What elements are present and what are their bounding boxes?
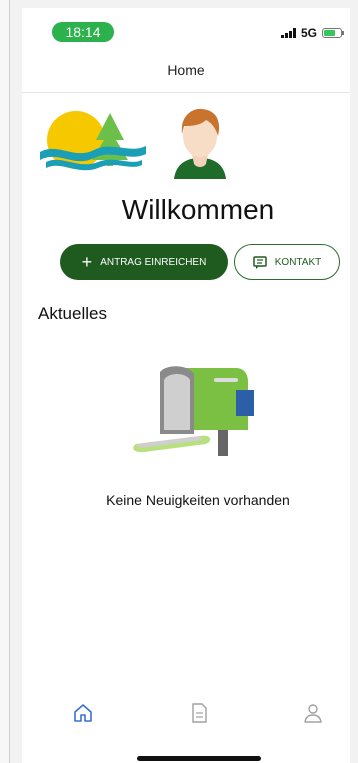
tab-profile[interactable] xyxy=(300,700,326,726)
status-bar: 18:14 5G xyxy=(22,8,350,48)
status-indicators: 5G xyxy=(280,26,344,40)
plus-icon: + xyxy=(81,252,93,272)
signal-icon xyxy=(280,28,296,38)
welcome-heading: Willkommen xyxy=(121,194,275,225)
submit-application-button[interactable]: + ANTRAG EINREICHEN xyxy=(60,244,228,280)
bottom-tab-bar xyxy=(22,698,350,738)
contact-button[interactable]: KONTAKT xyxy=(234,244,340,280)
empty-news-message: Keine Neuigkeiten vorhanden xyxy=(106,492,290,508)
network-label: 5G xyxy=(300,26,317,40)
page-title: Home xyxy=(167,62,205,78)
home-icon xyxy=(74,704,92,722)
header-divider xyxy=(22,92,350,93)
home-indicator xyxy=(137,756,261,761)
status-time: 18:14 xyxy=(52,22,114,42)
document-icon xyxy=(192,703,207,723)
battery-icon xyxy=(322,28,344,38)
left-panel-edge xyxy=(0,0,10,763)
message-icon xyxy=(253,255,267,269)
contact-label: KONTAKT xyxy=(274,256,322,268)
submit-application-label: ANTRAG EINREICHEN xyxy=(100,256,207,268)
news-section-title: Aktuelles xyxy=(38,304,107,323)
profile-icon xyxy=(304,704,322,723)
tab-documents[interactable] xyxy=(186,700,212,726)
app-logo xyxy=(40,111,146,171)
tab-home[interactable] xyxy=(70,700,96,726)
empty-mailbox-illustration xyxy=(133,366,254,456)
phone-screen: 18:14 5G Home Willkommen + ANTRAG EINREI… xyxy=(22,8,350,763)
avatar xyxy=(174,108,226,179)
